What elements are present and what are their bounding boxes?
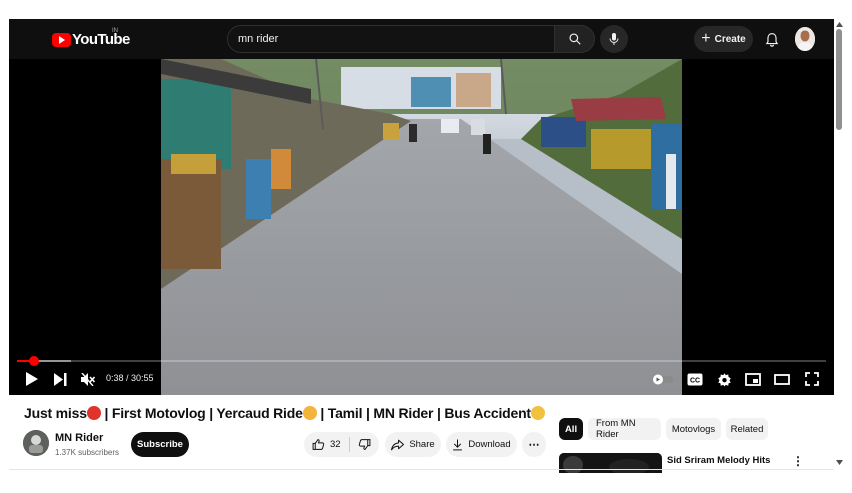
play-button[interactable] — [21, 369, 41, 389]
share-label: Share — [409, 439, 435, 450]
youtube-play-icon — [52, 32, 71, 47]
channel-avatar[interactable] — [23, 430, 49, 456]
voice-search-button[interactable] — [600, 25, 628, 53]
progress-bar[interactable] — [17, 356, 826, 366]
thumbs-down-icon — [358, 439, 370, 450]
scroll-up-arrow-icon[interactable] — [835, 20, 844, 28]
share-arrow-icon — [391, 439, 405, 450]
frowning-face-emoji-icon — [530, 406, 545, 420]
title-part-2: | First Motovlog | Yercaud Ride — [100, 405, 303, 421]
chip-motovlogs[interactable]: Motovlogs — [666, 418, 721, 440]
subscriber-count: 1.37K subscribers — [55, 448, 120, 457]
next-button[interactable] — [50, 369, 70, 389]
plus-icon: + — [701, 30, 711, 47]
search-query: mn rider — [238, 33, 279, 45]
svg-text:CC: CC — [690, 377, 700, 384]
like-dislike-group: 32 — [304, 432, 379, 457]
play-icon — [25, 372, 38, 386]
channel-name[interactable]: MN Rider — [55, 432, 103, 444]
download-button[interactable]: Download — [446, 432, 517, 457]
scroll-down-arrow-icon[interactable] — [835, 458, 844, 466]
title-part-3: | Tamil | MN Rider | Bus Accident — [316, 405, 531, 421]
more-actions-button[interactable]: ⋯ — [522, 432, 546, 457]
search-icon — [568, 33, 581, 45]
video-frame — [161, 59, 682, 395]
logo-text: YouTube — [72, 31, 130, 48]
street-scene-image — [161, 59, 682, 395]
search-button[interactable] — [555, 25, 595, 53]
chip-from-channel[interactable]: From MN Rider — [588, 418, 661, 440]
video-title: Just miss | First Motovlog | Yercaud Rid… — [24, 405, 545, 421]
like-count: 32 — [330, 439, 341, 450]
download-icon — [453, 439, 463, 450]
recommendation-thumbnail[interactable] — [559, 453, 662, 473]
like-button[interactable]: 32 — [304, 432, 341, 457]
heart-eyes-emoji-icon — [302, 406, 317, 420]
theater-mode-button[interactable] — [772, 369, 792, 389]
angry-face-emoji-icon — [86, 406, 101, 420]
theater-mode-icon — [774, 373, 790, 385]
fullscreen-icon — [805, 372, 819, 386]
user-avatar-icon — [795, 27, 815, 51]
dislike-button[interactable] — [350, 438, 371, 451]
region-code: IN — [112, 28, 118, 34]
account-avatar[interactable] — [795, 27, 815, 51]
mute-button[interactable] — [78, 369, 98, 389]
top-bar: YouTube IN mn rider + Create — [9, 19, 834, 59]
youtube-logo[interactable]: YouTube IN — [52, 28, 130, 48]
channel-logo-icon — [23, 430, 49, 456]
download-label: Download — [468, 439, 511, 450]
time-display: 0:38 / 30:55 — [106, 373, 154, 383]
divider — [9, 469, 834, 470]
chip-all[interactable]: All — [559, 418, 583, 440]
share-button[interactable]: Share — [385, 432, 441, 457]
scrollbar-thumb[interactable] — [836, 29, 842, 130]
muted-volume-icon — [81, 372, 95, 386]
subscribe-button[interactable]: Subscribe — [131, 432, 189, 457]
settings-button[interactable] — [714, 369, 734, 389]
video-player[interactable]: 0:38 / 30:55 CC — [9, 59, 834, 395]
create-label: Create — [714, 33, 746, 45]
captions-button[interactable]: CC — [685, 369, 705, 389]
thumbnail-image — [559, 453, 662, 473]
vertical-more-icon[interactable]: ⋮ — [792, 455, 804, 467]
scrubber-handle[interactable] — [29, 356, 39, 366]
gear-icon — [717, 372, 731, 386]
bell-icon — [765, 32, 779, 47]
skip-next-icon — [53, 372, 66, 386]
more-horizontal-icon: ⋯ — [528, 439, 540, 451]
fullscreen-button[interactable] — [802, 369, 822, 389]
title-part-1: Just miss — [24, 405, 87, 421]
miniplayer-icon — [745, 372, 761, 386]
recommendation-title[interactable]: Sid Sriram Melody Hits — [667, 455, 770, 466]
autoplay-toggle[interactable] — [651, 369, 675, 389]
autoplay-toggle-icon — [653, 374, 673, 384]
notifications-button[interactable] — [762, 29, 782, 49]
miniplayer-button[interactable] — [743, 369, 763, 389]
captions-icon: CC — [687, 373, 703, 385]
youtube-watch-page: YouTube IN mn rider + Create 0:38 / 30:5… — [0, 0, 852, 493]
microphone-icon — [609, 33, 619, 45]
thumbs-up-icon — [312, 439, 325, 450]
create-button[interactable]: + Create — [694, 26, 753, 52]
search-input[interactable]: mn rider — [227, 25, 555, 53]
chip-related[interactable]: Related — [726, 418, 768, 440]
